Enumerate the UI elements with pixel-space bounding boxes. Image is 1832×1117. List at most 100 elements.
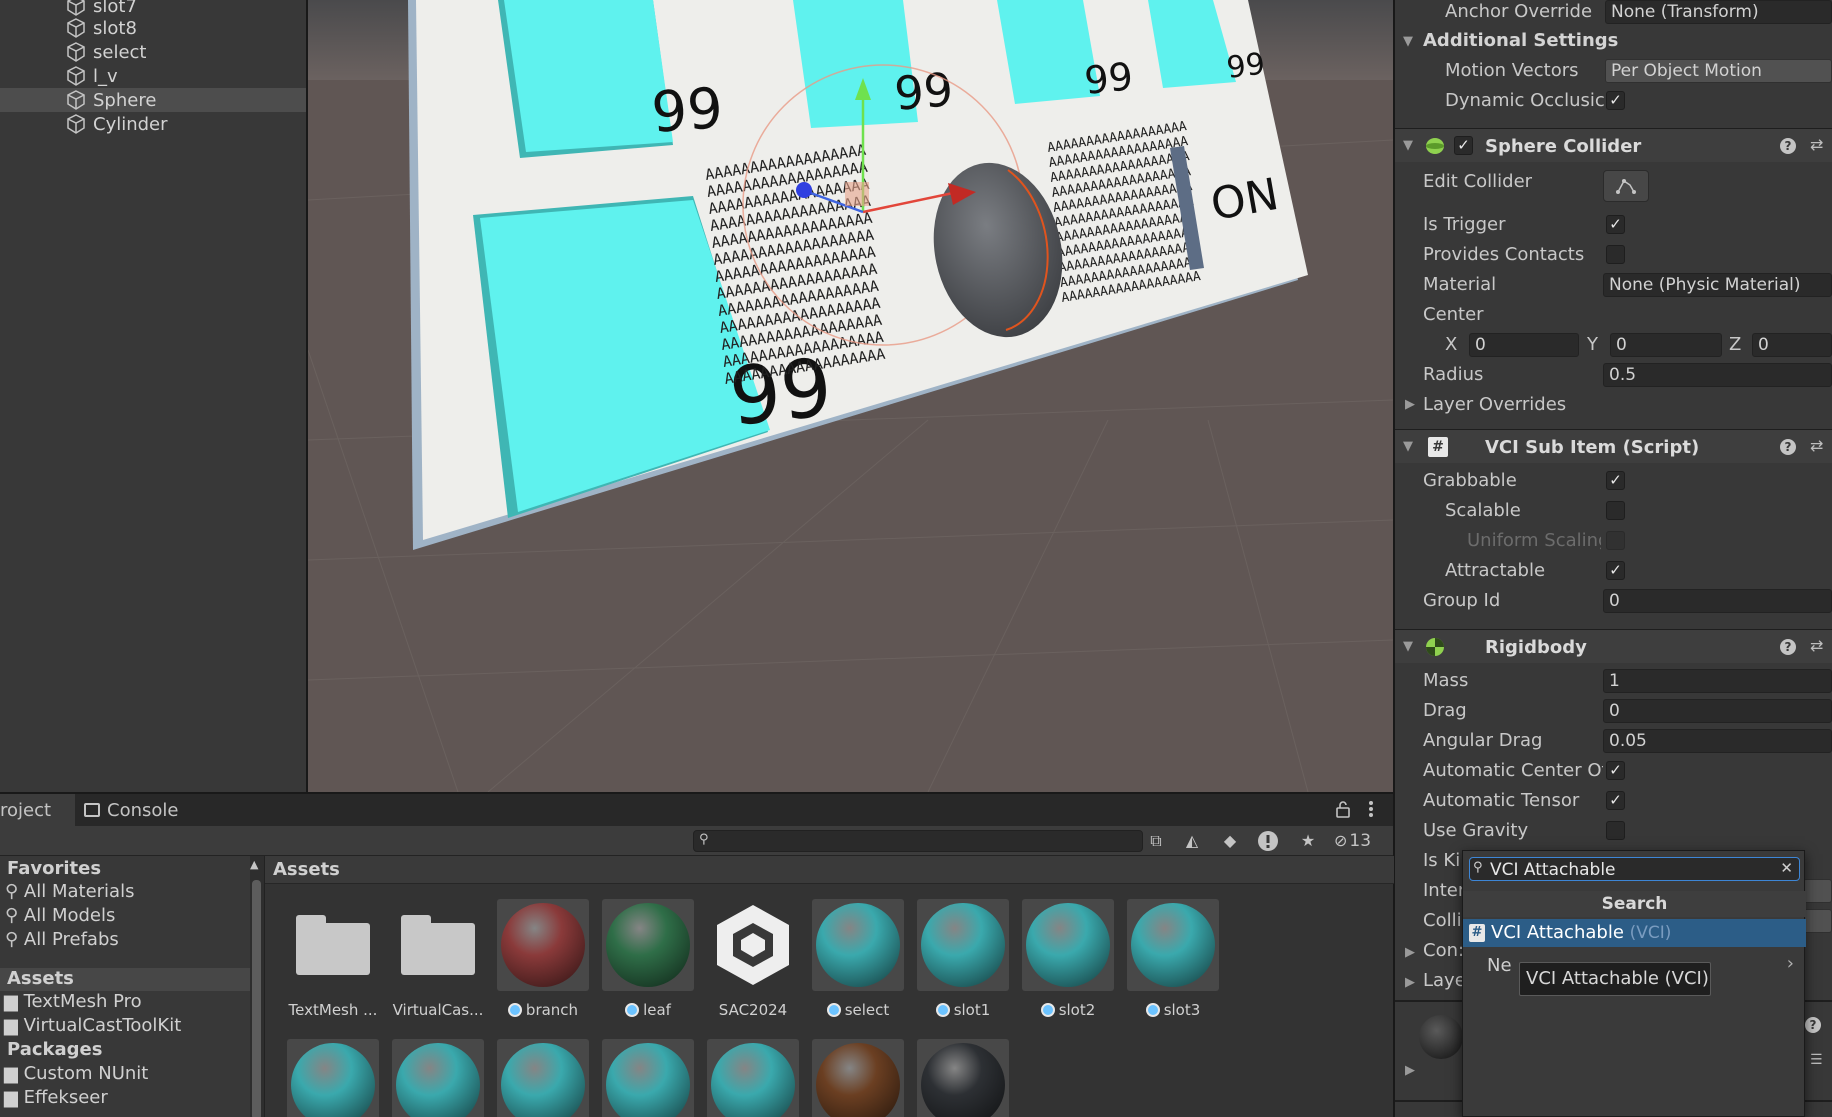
center-y-field[interactable]: 0 <box>1610 333 1722 357</box>
new-script-item[interactable]: Ne <box>1487 955 1512 976</box>
foldout-arrow-icon[interactable]: ▶ <box>1405 945 1415 960</box>
is-trigger-checkbox[interactable]: ✓ <box>1606 215 1625 234</box>
label-tag-icon[interactable]: ◆ <box>1218 830 1242 852</box>
asset-item[interactable] <box>698 1039 808 1117</box>
packages-header[interactable]: Packages <box>0 1039 250 1062</box>
collision-detection-dropdown[interactable] <box>1803 909 1832 933</box>
foldout-arrow-icon[interactable]: ▼ <box>1403 439 1413 454</box>
asset-item[interactable]: VirtualCas... <box>383 899 493 1019</box>
layer-overrides-foldout[interactable]: Layer Overrides <box>1423 394 1566 415</box>
hierarchy-item[interactable]: slot8 <box>0 16 306 40</box>
layer-overrides-foldout[interactable]: Laye <box>1423 970 1466 991</box>
asset-item[interactable]: slot1 <box>908 899 1018 1019</box>
asset-item[interactable] <box>488 1039 598 1117</box>
log-types-icon[interactable] <box>1256 830 1280 852</box>
asset-item[interactable] <box>278 1039 388 1117</box>
attractable-checkbox[interactable]: ✓ <box>1606 561 1625 580</box>
motion-vectors-dropdown[interactable]: Per Object Motion <box>1605 59 1832 83</box>
tree-scroll-thumb[interactable] <box>252 880 261 1117</box>
help-icon[interactable]: ? <box>1805 1017 1821 1033</box>
foldout-arrow-icon[interactable]: ▶ <box>1405 397 1415 412</box>
foldout-arrow-icon[interactable]: ▶ <box>1405 1063 1415 1078</box>
asset-item[interactable]: slot2 <box>1013 899 1123 1019</box>
gizmo-plane-handle[interactable] <box>845 182 869 206</box>
asset-item[interactable]: SAC2024 <box>698 899 808 1019</box>
hierarchy-item[interactable]: select <box>0 40 306 64</box>
foldout-arrow-icon[interactable]: ▼ <box>1403 34 1413 49</box>
clear-search-icon[interactable]: ✕ <box>1780 859 1793 877</box>
sphere-collider-header[interactable]: ▼ ✓ Sphere Collider ? ⇄ <box>1395 128 1832 162</box>
foldout-arrow-icon[interactable]: ▶ <box>1405 975 1415 990</box>
scroll-up-icon[interactable]: ▲ <box>250 858 258 871</box>
foldout-arrow-icon[interactable]: ▼ <box>1403 138 1413 153</box>
asset-item[interactable]: leaf <box>593 899 703 1019</box>
tree-folder-item[interactable]: ▆ VirtualCastToolKit <box>0 1015 250 1038</box>
list-icon[interactable]: ☰ <box>1810 1052 1823 1068</box>
lock-icon[interactable] <box>1336 800 1350 818</box>
preset-settings-icon[interactable]: ⇄ <box>1810 436 1823 455</box>
hierarchy-item[interactable]: Cylinder <box>0 112 306 136</box>
favorites-header[interactable]: Favorites <box>0 858 250 881</box>
vci-sub-item-header[interactable]: ▼ # VCI Sub Item (Script) ? ⇄ <box>1395 429 1832 463</box>
asset-item[interactable]: slot3 <box>1118 899 1228 1019</box>
scene-view[interactable]: 99 99 99 99 99 AAAAAAAAAAAAAAAAAA AAAAAAA… <box>308 0 1393 792</box>
anchor-override-field[interactable]: None (Transform) <box>1605 0 1832 24</box>
edit-collider-button[interactable] <box>1603 170 1649 202</box>
component-enabled-checkbox[interactable]: ✓ <box>1454 136 1473 155</box>
favorite-item[interactable]: ⚲ All Models <box>0 905 250 928</box>
scalable-checkbox[interactable] <box>1606 501 1625 520</box>
chevron-right-icon[interactable]: › <box>1787 953 1794 974</box>
help-icon[interactable]: ? <box>1780 439 1796 455</box>
help-icon[interactable]: ? <box>1780 138 1796 154</box>
favorite-item[interactable]: ⚲ All Prefabs <box>0 929 250 952</box>
hierarchy-item[interactable]: l_v <box>0 64 306 88</box>
radius-field[interactable]: 0.5 <box>1603 363 1832 387</box>
preset-settings-icon[interactable]: ⇄ <box>1810 636 1823 655</box>
auto-center-checkbox[interactable]: ✓ <box>1606 761 1625 780</box>
tree-folder-item[interactable]: ▆ Custom NUnit <box>0 1063 250 1086</box>
center-x-field[interactable]: 0 <box>1469 333 1579 357</box>
rigidbody-header[interactable]: ▼ Rigidbody ? ⇄ <box>1395 629 1832 663</box>
hierarchy-item[interactable]: Sphere <box>0 88 306 112</box>
favorite-item[interactable]: ⚲ All Materials <box>0 881 250 904</box>
angular-drag-field[interactable]: 0.05 <box>1603 729 1832 753</box>
drag-field[interactable]: 0 <box>1603 699 1832 723</box>
help-icon[interactable]: ? <box>1780 639 1796 655</box>
asset-item[interactable] <box>803 1039 913 1117</box>
group-id-field[interactable]: 0 <box>1603 589 1832 613</box>
center-z-field[interactable]: 0 <box>1752 333 1832 357</box>
asset-item[interactable] <box>593 1039 703 1117</box>
tree-folder-item[interactable]: ▆ TextMesh Pro <box>0 991 250 1014</box>
asset-item[interactable] <box>383 1039 493 1117</box>
interpolate-dropdown[interactable] <box>1803 879 1832 903</box>
additional-settings-header[interactable]: Additional Settings <box>1423 30 1618 51</box>
asset-item[interactable]: select <box>803 899 913 1019</box>
dynamic-occlusion-checkbox[interactable]: ✓ <box>1606 91 1625 110</box>
material-field[interactable]: None (Physic Material) <box>1603 273 1832 297</box>
component-search-input[interactable]: ⚲ VCI Attachable ✕ <box>1469 857 1800 881</box>
foldout-arrow-icon[interactable]: ▼ <box>1403 639 1413 654</box>
search-input[interactable]: ⚲ <box>693 830 1143 852</box>
asset-item[interactable]: branch <box>488 899 598 1019</box>
constraints-foldout[interactable]: Con: <box>1423 940 1464 961</box>
asset-item[interactable] <box>908 1039 1018 1117</box>
grabbable-checkbox[interactable]: ✓ <box>1606 471 1625 490</box>
search-by-type-icon[interactable]: ⧉ <box>1144 830 1168 852</box>
tree-folder-item[interactable]: ▆ Effekseer <box>0 1087 250 1110</box>
filter-type-icon[interactable]: ◭ <box>1180 830 1204 852</box>
auto-tensor-checkbox[interactable]: ✓ <box>1606 791 1625 810</box>
mass-field[interactable]: 1 <box>1603 669 1832 693</box>
use-gravity-checkbox[interactable] <box>1606 821 1625 840</box>
scene-canvas[interactable]: 99 99 99 99 99 AAAAAAAAAAAAAAAAAAAAAAAAA… <box>308 0 1393 792</box>
gizmo-z-handle[interactable] <box>796 182 812 198</box>
tab-project[interactable]: roject <box>0 794 75 826</box>
tab-console[interactable]: Console <box>84 794 194 826</box>
kebab-menu-icon[interactable] <box>1368 799 1374 819</box>
hidden-packages-toggle[interactable]: ⊘ 13 <box>1334 830 1384 852</box>
provides-contacts-checkbox[interactable] <box>1606 245 1625 264</box>
favorite-star-icon[interactable]: ★ <box>1296 830 1320 852</box>
preset-settings-icon[interactable]: ⇄ <box>1810 135 1823 154</box>
asset-item[interactable]: TextMesh ... <box>278 899 388 1019</box>
search-result-item[interactable]: # VCI Attachable (VCI) <box>1463 919 1806 947</box>
assets-folder-header[interactable]: Assets <box>0 968 250 991</box>
